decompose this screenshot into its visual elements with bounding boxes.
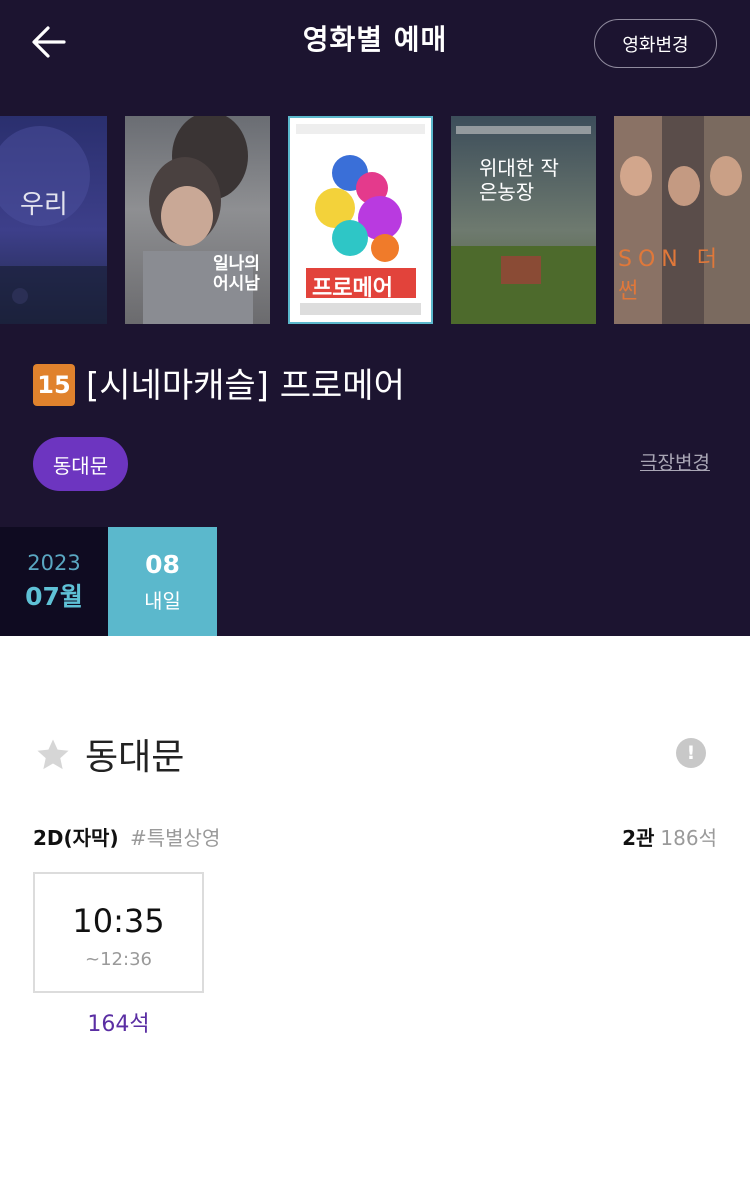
poster-title: 일나의 어시남 [213,254,260,294]
movie-poster-selected[interactable]: 프로메어 [288,116,433,324]
month-indicator: 2023 07월 [0,527,108,636]
year-label: 2023 [27,550,81,575]
month-label: 07월 [25,581,83,611]
favorite-star-icon[interactable] [34,736,72,774]
movie-title: [시네마캐슬] 프로메어 [86,366,405,406]
showtime-start: 10:35 [72,902,165,940]
movie-poster[interactable]: 우리 [0,116,107,324]
top-panel: 영화별 예매 영화변경 우리 일나의 어시남 프로메어 위대한 작은농장 SON… [0,0,750,636]
day-label: 내일 [144,588,181,613]
poster-title: 우리 [20,190,68,220]
hall-info: 2관 186석 [622,822,717,851]
poster-title: SON 더 썬 [618,247,723,304]
hall-name: 2관 [622,826,655,850]
theater-name: 동대문 [85,737,185,778]
poster-title: 프로메어 [312,276,393,301]
available-seats: 164석 [87,1012,150,1037]
poster-title: 위대한 작은농장 [479,156,559,204]
screening-tag: #특별상영 [130,826,221,850]
showtime-end: ~12:36 [85,949,152,970]
change-movie-button[interactable]: 영화변경 [594,19,717,68]
day-number: 08 [145,549,180,579]
selected-theater-pill[interactable]: 동대문 [33,437,128,491]
movie-poster[interactable]: 위대한 작은농장 [451,116,596,324]
info-icon[interactable]: ! [676,738,706,768]
screening-format: 2D(자막) [33,826,119,850]
change-theater-link[interactable]: 극장변경 [640,448,710,475]
showtime-button[interactable]: 10:35 ~12:36 [33,872,204,993]
total-seats: 186석 [660,826,717,850]
date-selected[interactable]: 08 내일 [108,527,217,636]
age-rating-badge: 15 [33,364,75,406]
movie-poster[interactable]: SON 더 썬 [614,116,750,324]
movie-poster[interactable]: 일나의 어시남 [125,116,270,324]
